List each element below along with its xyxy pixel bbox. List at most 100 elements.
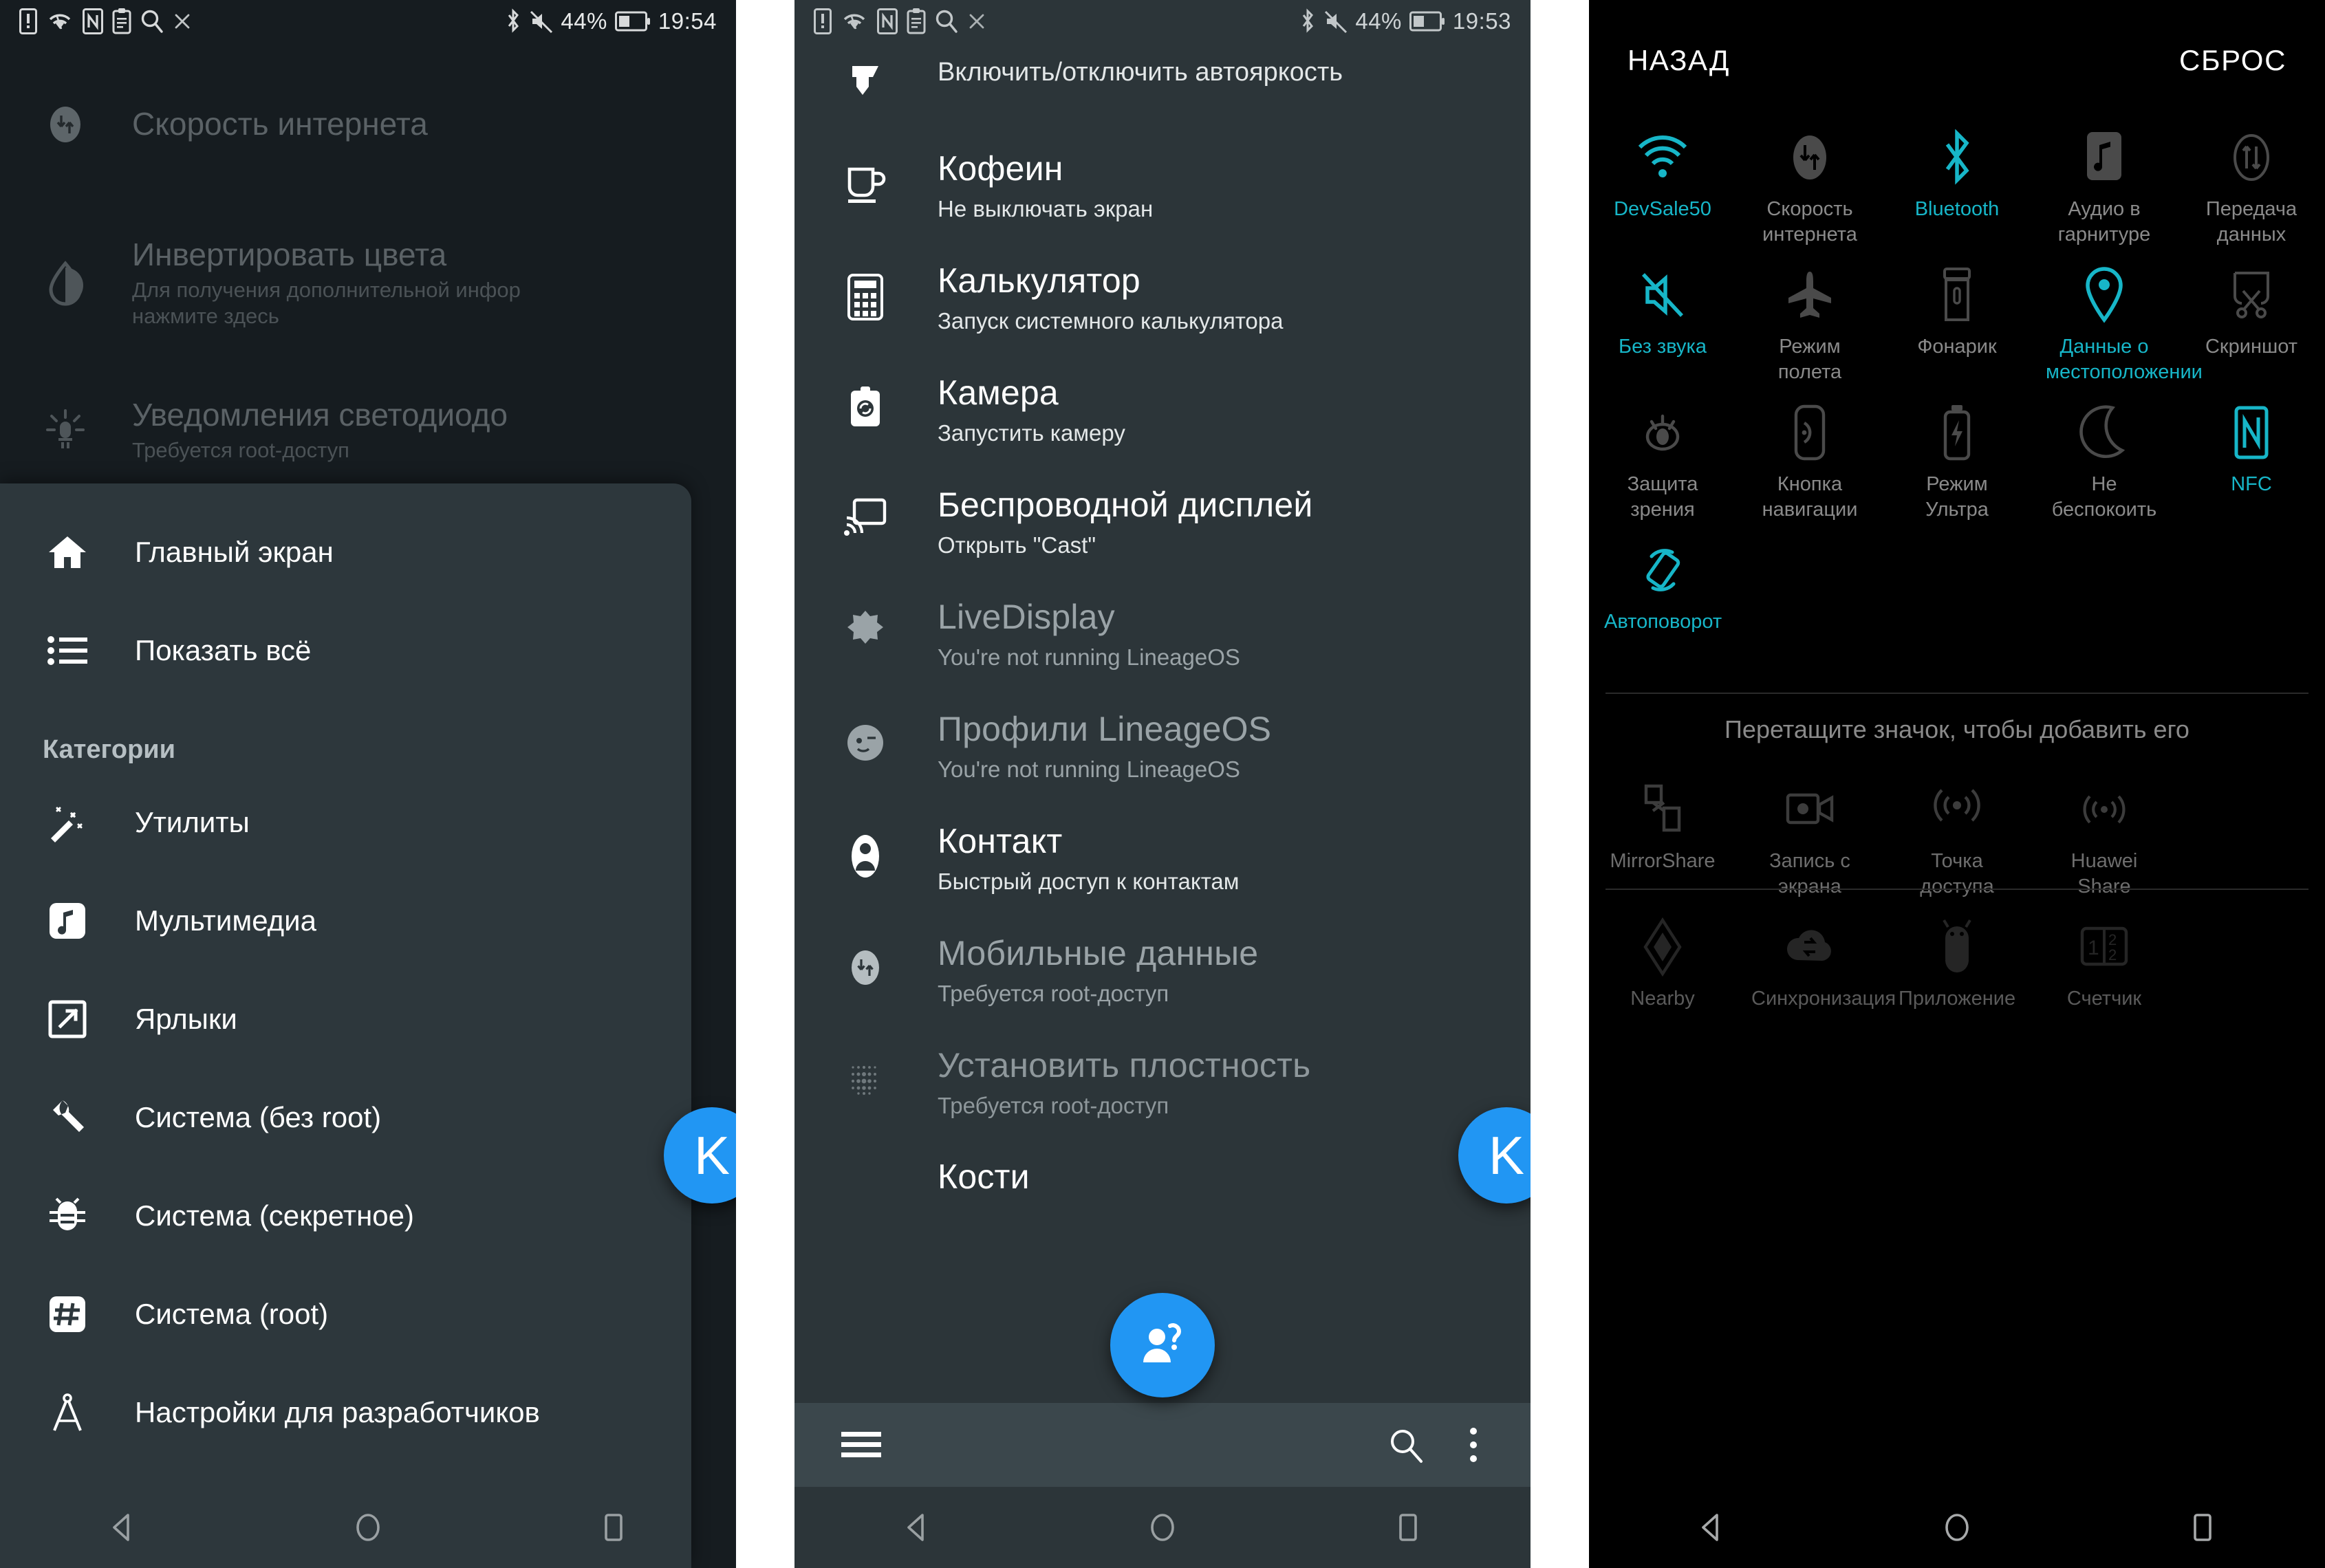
qs-tile-nfc[interactable]: NFC (2178, 393, 2325, 531)
qs-avail-hotspot[interactable]: Точка доступа (1883, 770, 2031, 908)
qs-tile-screenshot[interactable]: Скриншот (2178, 256, 2325, 393)
drawer-item-home[interactable]: Главный экран (0, 503, 691, 601)
recents-icon[interactable] (1390, 1510, 1426, 1545)
drawer-item-multimedia[interactable]: Мультимедиа (0, 871, 691, 970)
qs-avail-mirrorshare[interactable]: MirrorShare (1589, 770, 1736, 908)
qs-avail-huawei-share[interactable]: Huawei Share (2031, 770, 2178, 908)
list-item-sub: Не выключать экран (938, 196, 1154, 221)
drawer-item-system-secret[interactable]: Система (секретное) (0, 1166, 691, 1265)
list-item-sub: Открыть "Cast" (938, 532, 1096, 558)
list-item-contact[interactable]: Контакт Быстрый доступ к контактам (794, 823, 1531, 895)
drawer-item-system-root[interactable]: Система (root) (0, 1265, 691, 1363)
back-icon[interactable] (105, 1510, 140, 1545)
drawer-item-label: Система (root) (135, 1297, 329, 1330)
qs-tile-label: Bluetooth (1914, 198, 2000, 220)
qs-tile-do-not-disturb[interactable]: Не беспокоить (2031, 393, 2178, 531)
data-transfer-icon (1786, 128, 1834, 187)
qs-tile-label: Фонарик (1917, 336, 1997, 358)
status-bar-panel1: 44% 19:54 (0, 0, 736, 43)
contact-icon (836, 823, 895, 879)
drawer-item-system-noroot[interactable]: Система (без root) (0, 1068, 691, 1166)
nfc-icon (2232, 403, 2271, 462)
qs-tile-ultra-power[interactable]: Режим Ультра (1883, 393, 2031, 531)
compass-icon (43, 1392, 92, 1433)
list-item-livedisplay[interactable]: LiveDisplay You're not running LineageOS (794, 598, 1531, 671)
back-icon[interactable] (899, 1510, 935, 1545)
drawer-item-shortcuts[interactable]: Ярлыки (0, 970, 691, 1068)
shortcut-icon (43, 1000, 92, 1038)
home-icon[interactable] (1939, 1510, 1975, 1545)
list-item-caffeine[interactable]: Кофеин Не выключать экран (794, 150, 1531, 222)
drawer-item-show-all[interactable]: Показать всё (0, 601, 691, 699)
qs-disabled-sync[interactable]: Синхронизация (1736, 908, 1896, 1045)
drawer-item-label: Утилиты (135, 805, 250, 838)
qs-tile-label: Не беспокоить (2051, 473, 2157, 521)
location-pin-icon (2083, 265, 2126, 325)
moon-icon (2078, 403, 2130, 462)
qs-tile-label: Без звука (1619, 336, 1707, 358)
list-item-lineage-profiles[interactable]: Профили LineageOS You're not running Lin… (794, 710, 1531, 783)
qs-disabled-label: Nearby (1630, 988, 1695, 1010)
qs-tile-eye-comfort[interactable]: Защита зрения (1589, 393, 1736, 531)
qs-avail-screen-record[interactable]: Запись с экрана (1736, 770, 1883, 908)
list-item-set-density[interactable]: Установить плостность Требуется root-дос… (794, 1047, 1531, 1119)
list-item-dice[interactable]: Кости (794, 1158, 1531, 1195)
back-button[interactable]: НАЗАД (1628, 44, 1730, 77)
reset-button[interactable]: СБРОС (2179, 44, 2286, 77)
back-icon[interactable] (1694, 1510, 1729, 1545)
list-item-camera[interactable]: Камера Запустить камеру (794, 374, 1531, 446)
list-item-calculator[interactable]: Калькулятор Запуск системного калькулято… (794, 262, 1531, 334)
qs-tile-wifi[interactable]: DevSale50 (1589, 118, 1736, 256)
home-icon[interactable] (1145, 1510, 1180, 1545)
recents-icon[interactable] (2185, 1510, 2220, 1545)
qs-tile-internet-speed[interactable]: Скорость интернета (1736, 118, 1883, 256)
bg-title: Скорость интернета (132, 106, 428, 142)
drawer-item-label: Система (без root) (135, 1100, 382, 1133)
svg-text:1: 1 (2088, 937, 2099, 959)
home-icon[interactable] (350, 1510, 386, 1545)
qs-tile-bluetooth[interactable]: Bluetooth (1883, 118, 2031, 256)
list-item-title: Беспроводной дисплей (938, 485, 1313, 524)
bluetooth-icon (1299, 8, 1317, 34)
screenshot-scissors-icon (2225, 265, 2278, 325)
wrench-icon (43, 1098, 92, 1137)
android-bug-icon (1936, 917, 1978, 977)
qs-disabled-app[interactable]: Приложение (1883, 908, 2031, 1045)
qs-tile-data-transfer[interactable]: Передача данных (2178, 118, 2325, 256)
qs-tile-label: Передача данных (2205, 198, 2297, 246)
list-item-mobile-data[interactable]: Мобильные данные Требуется root-доступ (794, 935, 1531, 1007)
nearby-diamond-icon (1640, 917, 1685, 977)
drawer-item-developer-settings[interactable]: Настройки для разработчиков (0, 1363, 691, 1461)
drawer-item-label: Ярлыки (135, 1002, 237, 1035)
battery-ultra-icon (1940, 403, 1974, 462)
overflow-menu-icon[interactable] (1467, 1426, 1480, 1463)
sim-alert-icon (814, 8, 832, 34)
qs-tile-airplane-mode[interactable]: Режим полета (1736, 256, 1883, 393)
qs-disabled-empty (2178, 908, 2325, 1045)
qs-tile-flashlight[interactable]: Фонарик (1883, 256, 2031, 393)
bottom-app-bar (794, 1403, 1531, 1487)
qs-tile-label: Аудио в гарнитуре (2057, 198, 2151, 246)
qs-tile-location[interactable]: Данные о местоположении (2031, 256, 2203, 393)
search-icon[interactable] (1387, 1426, 1425, 1463)
fab-person-question[interactable] (1110, 1293, 1215, 1397)
qs-disabled-counter[interactable]: 122 Счетчик (2031, 908, 2178, 1045)
qs-tile-mute[interactable]: Без звука (1589, 256, 1736, 393)
drawer-item-utilities[interactable]: Утилиты (0, 773, 691, 871)
qs-disabled-nearby[interactable]: Nearby (1589, 908, 1736, 1045)
bug-icon (43, 1196, 92, 1236)
list-item-sub: Запуск системного калькулятора (938, 307, 1284, 334)
panel-gap-2 (1531, 0, 1589, 1568)
battery-icon (614, 11, 651, 32)
recents-icon[interactable] (596, 1510, 631, 1545)
section-divider-bottom (1605, 889, 2308, 890)
list-item-sub: You're not running LineageOS (938, 644, 1240, 670)
qs-tile-headset-audio[interactable]: Аудио в гарнитуре (2031, 118, 2178, 256)
list-item-autobrightness[interactable]: Включить/отключить автояркость (794, 54, 1531, 107)
hamburger-menu-icon[interactable] (840, 1429, 883, 1461)
qs-tile-nav-button[interactable]: Кнопка навигации (1736, 393, 1883, 531)
qs-tile-label: Данные о местоположении (2046, 336, 2203, 384)
qs-tile-autorotate[interactable]: Автоповорот (1589, 531, 1736, 668)
qs-tile-label: Кнопка навигации (1762, 473, 1858, 521)
list-item-wireless-display[interactable]: Беспроводной дисплей Открыть "Cast" (794, 486, 1531, 558)
